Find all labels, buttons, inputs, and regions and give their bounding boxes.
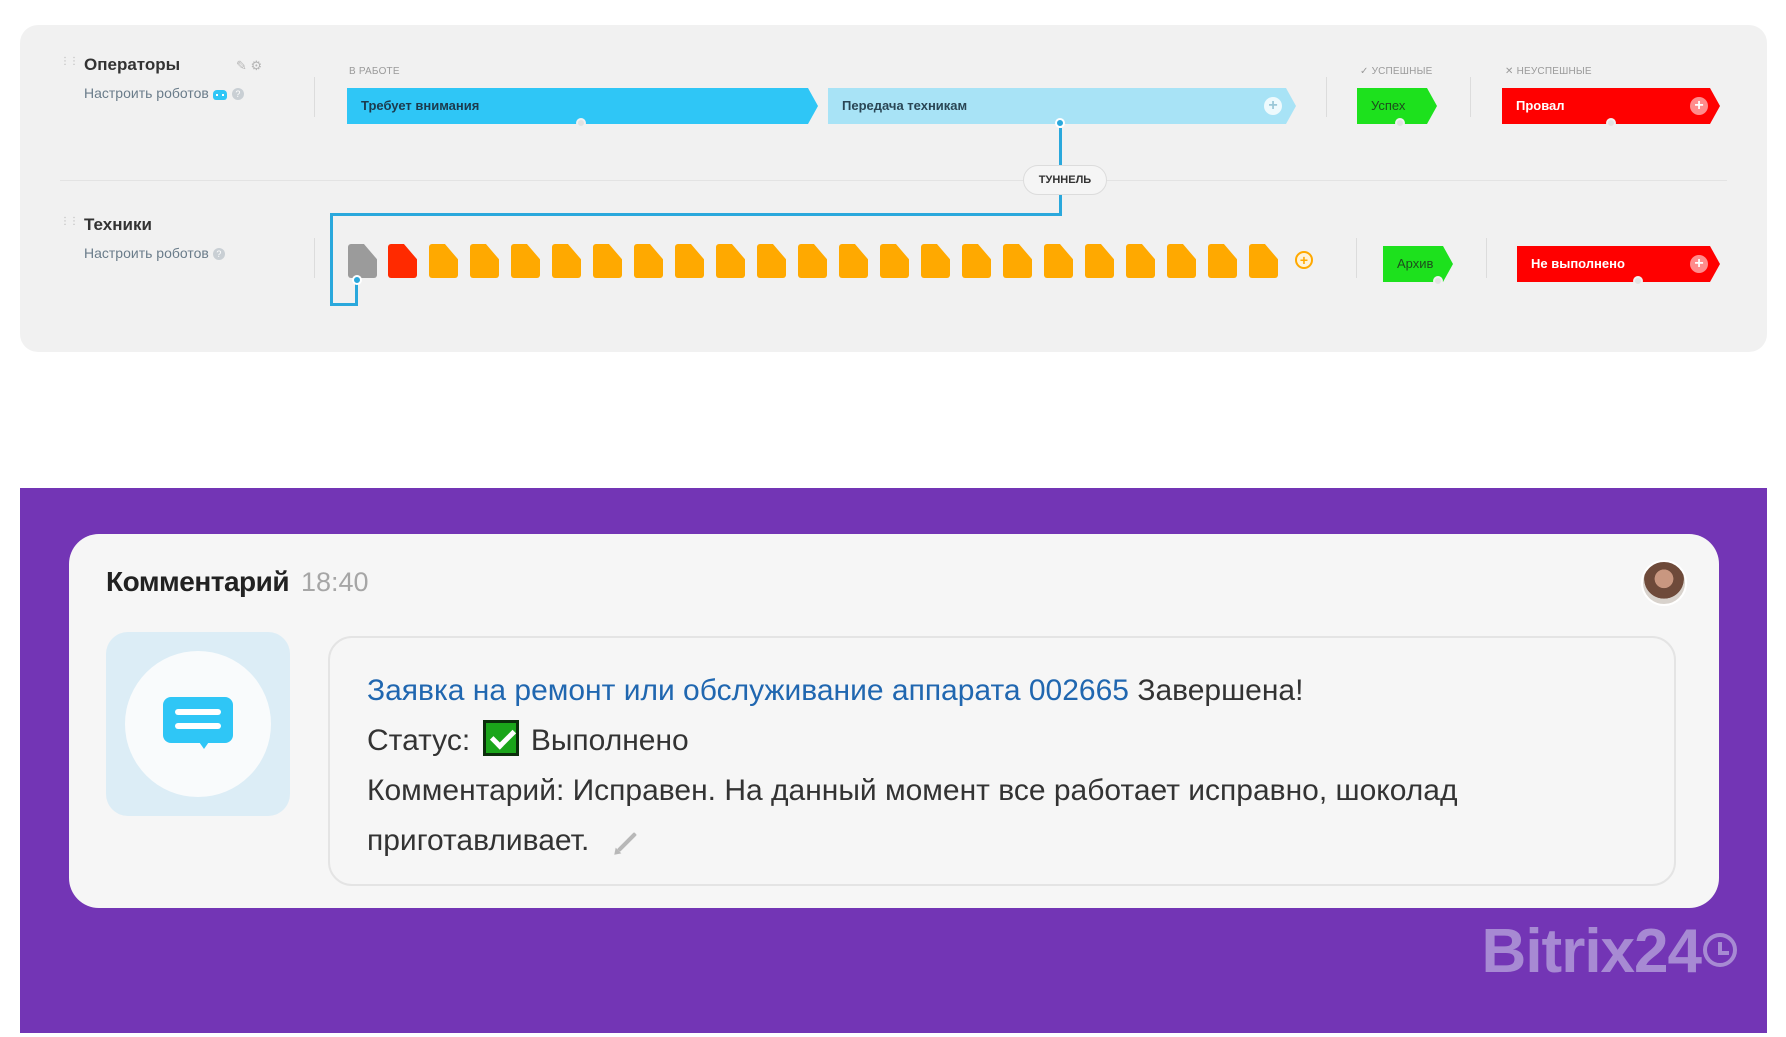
- comment-title: Комментарий: [106, 566, 290, 597]
- divider: [314, 238, 315, 278]
- message-line-1: Заявка на ремонт или обслуживание аппара…: [367, 666, 1657, 716]
- robot-icon: [212, 88, 228, 101]
- technician-stage[interactable]: [716, 244, 745, 278]
- help-icon[interactable]: ?: [231, 88, 244, 101]
- tunnel-line: [330, 213, 1062, 216]
- drag-handle-icon[interactable]: ⋮⋮: [60, 217, 79, 233]
- tunnel-line: [330, 213, 333, 306]
- robots-link-label: Настроить роботов: [84, 245, 209, 261]
- comment-message-box: Заявка на ремонт или обслуживание аппара…: [328, 636, 1676, 886]
- operators-title: Операторы: [84, 55, 181, 74]
- divider: [1486, 238, 1487, 278]
- technician-stage[interactable]: [429, 244, 458, 278]
- tunnel-label[interactable]: ТУННЕЛЬ: [1023, 165, 1107, 195]
- technician-stage[interactable]: [1085, 244, 1114, 278]
- technicians-title: Техники: [84, 215, 152, 234]
- comment-icon-tile: [106, 632, 290, 816]
- edit-pencil-icon[interactable]: [617, 832, 638, 852]
- operators-edit-icons: ✎ ⚙: [236, 58, 262, 74]
- comment-time: 18:40: [301, 567, 369, 597]
- checkbox-checked-icon: [482, 720, 519, 756]
- divider: [314, 77, 315, 117]
- technicians-robots-link[interactable]: Настроить роботов?: [84, 245, 225, 261]
- help-icon[interactable]: ?: [212, 248, 225, 261]
- robots-link-label: Настроить роботов: [84, 85, 209, 101]
- technician-stage[interactable]: [675, 244, 704, 278]
- technician-stage[interactable]: [348, 244, 377, 278]
- message-line-3: Комментарий: Исправен. На данный момент …: [367, 766, 1657, 866]
- group-label-successful: ✓ УСПЕШНЫЕ: [1360, 66, 1433, 77]
- message-line-2: Статус: Выполнено: [367, 716, 1657, 766]
- avatar[interactable]: [1641, 560, 1687, 606]
- promo-panel: Комментарий 18:40 Заявка на ремонт или о…: [20, 488, 1767, 1033]
- chat-bubble-line: [175, 723, 221, 729]
- add-stage-plus-icon[interactable]: +: [1264, 97, 1282, 115]
- technician-stage[interactable]: [388, 244, 417, 278]
- technician-stage[interactable]: [839, 244, 868, 278]
- technician-stage[interactable]: [1167, 244, 1196, 278]
- tunnel-line: [1059, 195, 1062, 215]
- row-separator: [60, 180, 1727, 181]
- chat-bubble-line: [175, 709, 221, 715]
- group-label-unsuccessful: ✕ НЕУСПЕШНЫЕ: [1505, 66, 1592, 77]
- divider: [1326, 77, 1327, 117]
- technician-stage[interactable]: [1003, 244, 1032, 278]
- divider: [1470, 77, 1471, 117]
- technician-stage[interactable]: [880, 244, 909, 278]
- comment-icon-circle: [125, 651, 271, 797]
- comment-message: Заявка на ремонт или обслуживание аппара…: [367, 666, 1657, 866]
- technician-stage[interactable]: [1249, 244, 1278, 278]
- technician-stage[interactable]: [798, 244, 827, 278]
- technician-stage[interactable]: [1044, 244, 1073, 278]
- tunnel-line: [330, 303, 358, 306]
- group-label-successful-text: УСПЕШНЫЕ: [1371, 66, 1433, 77]
- divider: [1356, 238, 1357, 278]
- technician-stage[interactable]: [593, 244, 622, 278]
- operators-robots-link[interactable]: Настроить роботов?: [84, 85, 244, 101]
- technician-stage[interactable]: [1126, 244, 1155, 278]
- stage-archive[interactable]: Архив: [1383, 246, 1453, 282]
- technician-stage[interactable]: [552, 244, 581, 278]
- stage-connector-dot[interactable]: [1606, 118, 1616, 128]
- clock-icon: [1703, 933, 1737, 967]
- pipeline-panel: ⋮⋮ Операторы ✎ ⚙ Настроить роботов? В РА…: [20, 25, 1767, 352]
- comment-text: Комментарий: Исправен. На данный момент …: [367, 774, 1458, 857]
- technician-stage[interactable]: [634, 244, 663, 278]
- stage-connector-dot[interactable]: [576, 118, 586, 128]
- tunnel-end-dot[interactable]: [352, 275, 362, 285]
- technician-stage[interactable]: [962, 244, 991, 278]
- request-link[interactable]: Заявка на ремонт или обслуживание аппара…: [367, 674, 1129, 707]
- add-stage-plus-icon[interactable]: +: [1295, 251, 1313, 269]
- completed-text: Завершена!: [1137, 674, 1304, 707]
- drag-handle-icon[interactable]: ⋮⋮: [60, 57, 79, 73]
- bitrix24-logo: Bitrix24: [1481, 917, 1702, 986]
- technician-stage[interactable]: [470, 244, 499, 278]
- tunnel-line: [1059, 128, 1062, 165]
- status-value: Выполнено: [530, 724, 689, 757]
- technician-stage[interactable]: [511, 244, 540, 278]
- chat-bubble-icon: [163, 697, 233, 749]
- add-stage-plus-icon[interactable]: +: [1690, 97, 1708, 115]
- gear-icon[interactable]: ⚙: [251, 58, 263, 73]
- add-stage-plus-icon[interactable]: +: [1690, 255, 1708, 273]
- tunnel-start-dot[interactable]: [1055, 118, 1065, 128]
- comment-card: Комментарий 18:40 Заявка на ремонт или о…: [69, 534, 1719, 908]
- stage-connector-dot[interactable]: [1633, 276, 1643, 286]
- pencil-icon[interactable]: ✎: [236, 58, 247, 73]
- technician-stage[interactable]: [1208, 244, 1237, 278]
- technician-stage[interactable]: [921, 244, 950, 278]
- stage-connector-dot[interactable]: [1395, 118, 1405, 128]
- stage-connector-dot[interactable]: [1433, 276, 1443, 286]
- technician-stage[interactable]: [757, 244, 786, 278]
- group-label-unsuccessful-text: НЕУСПЕШНЫЕ: [1516, 66, 1592, 77]
- status-label: Статус:: [367, 724, 471, 757]
- group-label-in-work: В РАБОТЕ: [349, 66, 400, 77]
- tunnel-arrow: [355, 283, 358, 305]
